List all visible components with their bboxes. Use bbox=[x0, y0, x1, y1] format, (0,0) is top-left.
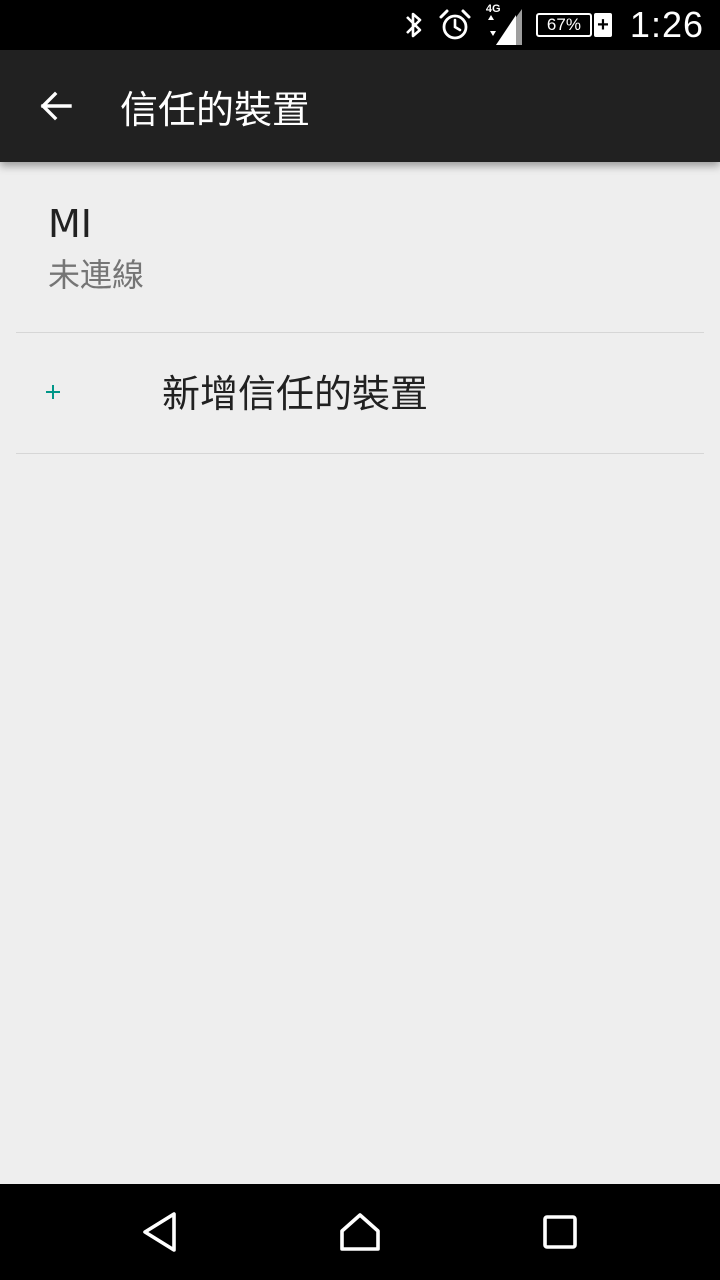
arrow-back-icon bbox=[40, 91, 72, 121]
battery-icon: 67% + bbox=[535, 13, 612, 37]
alarm-icon bbox=[438, 8, 472, 42]
back-triangle-icon bbox=[143, 1212, 176, 1252]
device-status: 未連線 bbox=[48, 256, 145, 294]
back-button[interactable] bbox=[20, 70, 92, 142]
toolbar: 信任的裝置 bbox=[0, 50, 720, 162]
app-root: 4G 67% + 1:26 信任的裝置 MI 未連線 新增信任的裝置 bbox=[0, 0, 720, 1280]
signal-icon: 4G bbox=[484, 3, 524, 45]
charging-icon: + bbox=[593, 13, 612, 37]
nav-recents-button[interactable] bbox=[530, 1202, 590, 1262]
divider bbox=[16, 453, 704, 454]
add-trusted-device-button[interactable]: 新增信任的裝置 bbox=[0, 333, 720, 453]
recents-icon bbox=[543, 1215, 577, 1249]
status-bar: 4G 67% + 1:26 bbox=[0, 0, 720, 50]
plus-icon bbox=[42, 381, 64, 403]
device-name: MI bbox=[48, 202, 92, 246]
battery-level: 67% bbox=[535, 13, 592, 37]
nav-home-button[interactable] bbox=[330, 1202, 390, 1262]
status-clock: 1:26 bbox=[629, 4, 704, 45]
bluetooth-icon bbox=[402, 8, 426, 42]
page-title: 信任的裝置 bbox=[120, 87, 311, 132]
home-icon bbox=[340, 1213, 380, 1251]
add-trusted-device-label: 新增信任的裝置 bbox=[162, 372, 429, 416]
trusted-devices-list: MI 未連線 新增信任的裝置 bbox=[0, 162, 720, 454]
navigation-bar bbox=[0, 1184, 720, 1280]
device-item-mi[interactable]: MI 未連線 bbox=[0, 162, 720, 332]
nav-back-button[interactable] bbox=[130, 1202, 190, 1262]
